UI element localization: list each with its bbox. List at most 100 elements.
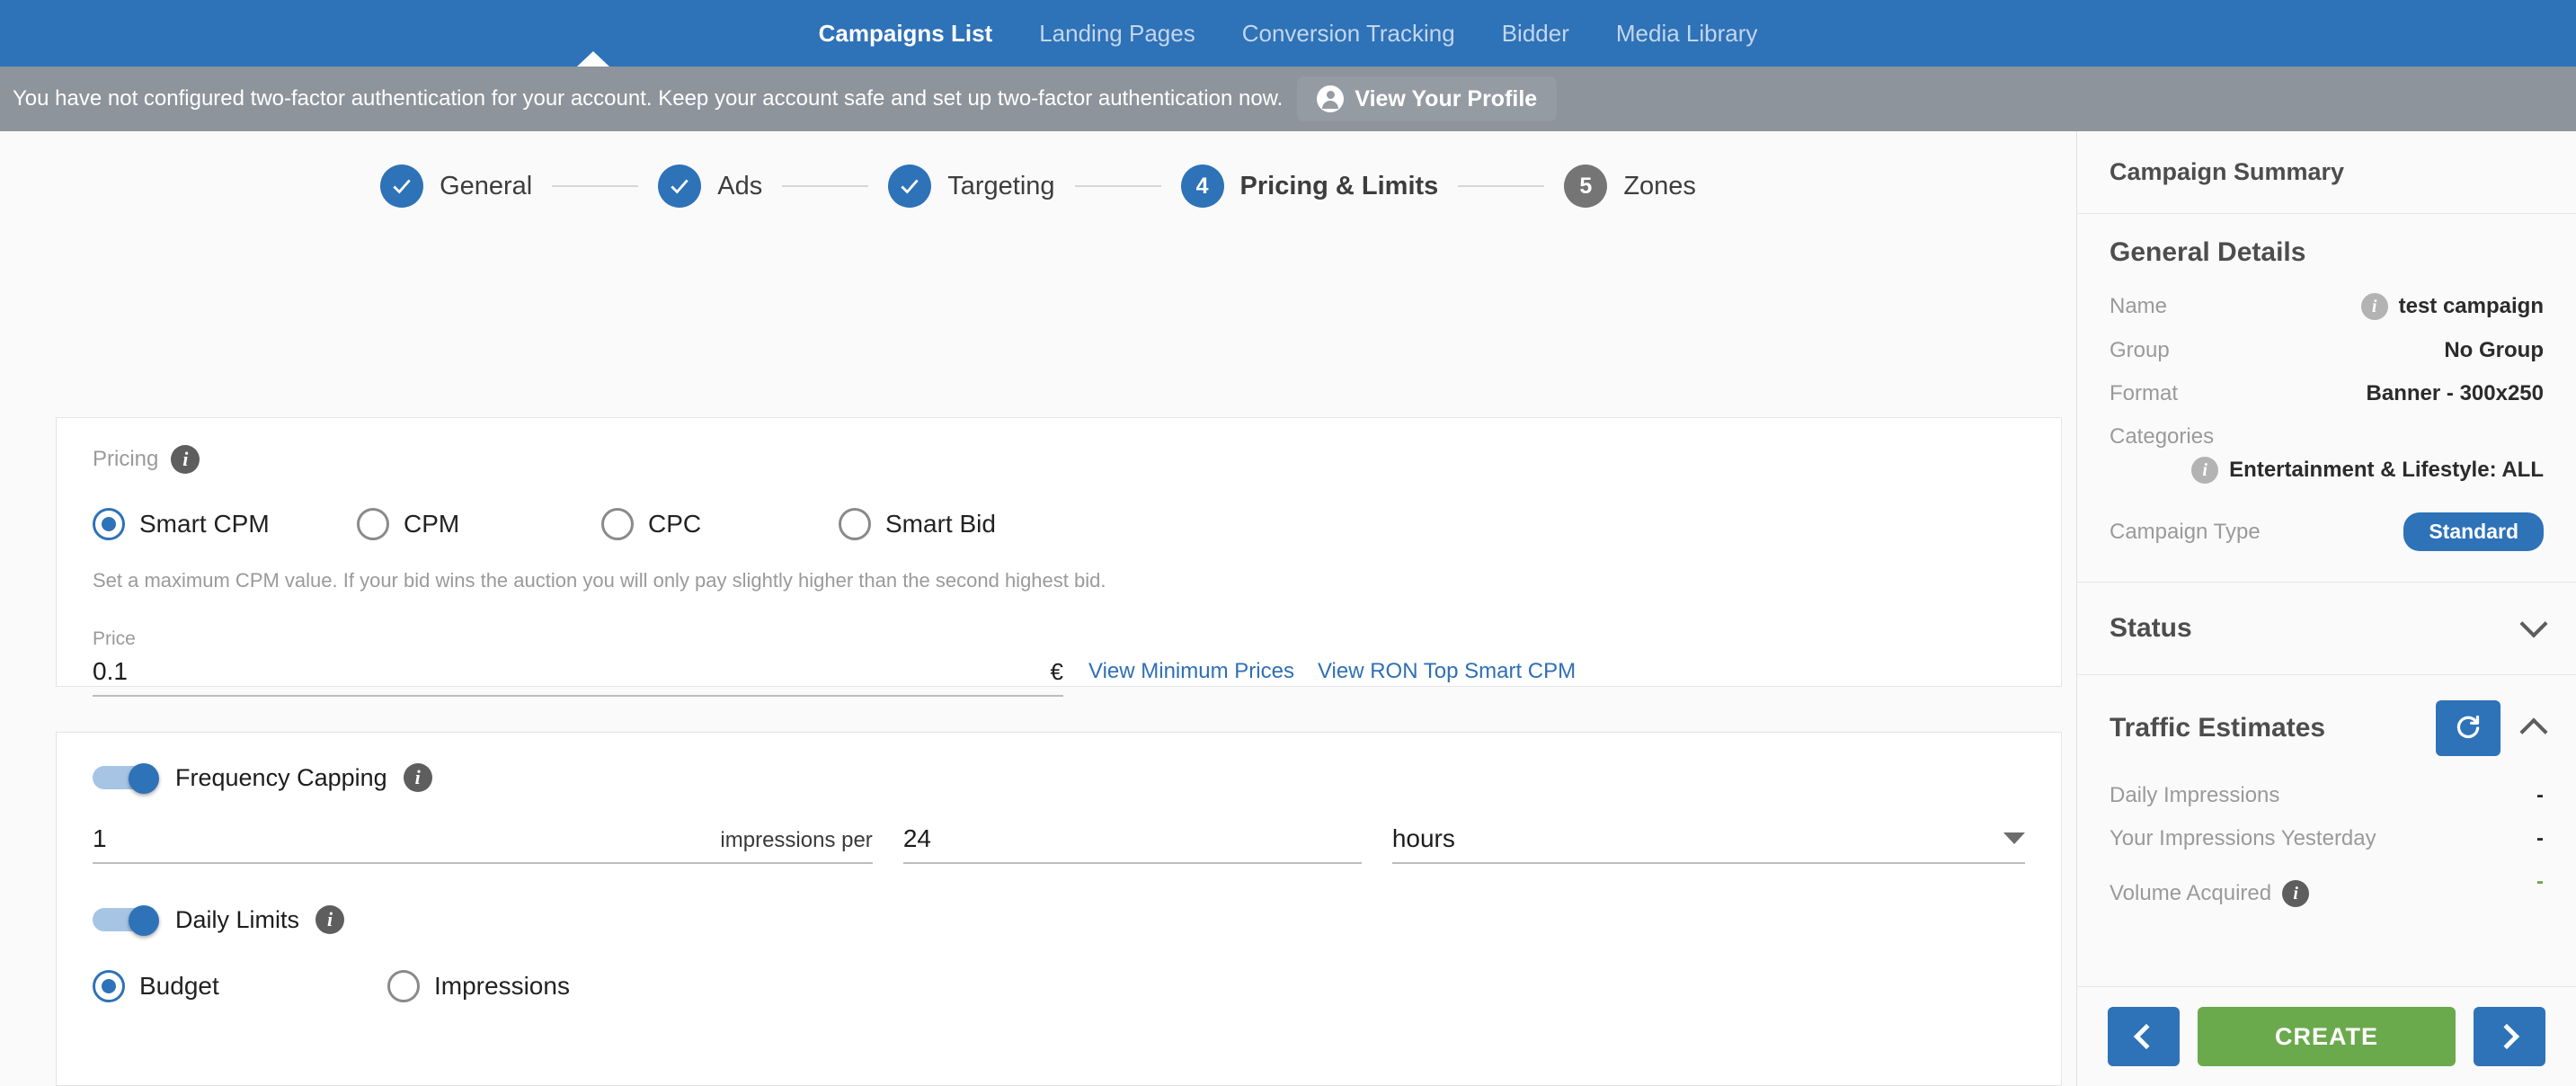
toggle-knob — [129, 905, 159, 936]
traffic-row-impressions-yesterday-value: - — [2536, 826, 2544, 851]
step-connector — [782, 185, 868, 187]
status-section[interactable]: Status — [2077, 583, 2576, 675]
volume-acquired-info-icon[interactable]: i — [2282, 880, 2309, 907]
step-ads-label: Ads — [717, 172, 762, 201]
daily-limit-option-budget[interactable]: Budget — [93, 970, 387, 1002]
person-icon — [1317, 85, 1344, 112]
frequency-period-field[interactable]: 24 — [903, 824, 1362, 864]
impressions-count-field[interactable]: 1 impressions per — [93, 824, 873, 864]
radio-smart-bid[interactable] — [839, 508, 871, 540]
summary-categories-value-row: i Entertainment & Lifestyle: ALL — [2110, 457, 2544, 484]
frequency-capping-label: Frequency Capping — [175, 764, 387, 792]
impressions-count-input[interactable]: 1 — [93, 824, 711, 853]
traffic-row-volume-acquired: Volume Acquired i - — [2110, 869, 2544, 907]
nav-tab-campaigns-list[interactable]: Campaigns List — [795, 0, 1017, 67]
next-step-button[interactable] — [2474, 1007, 2545, 1066]
summary-row-group-value: No Group — [2444, 338, 2544, 363]
previous-step-button[interactable] — [2108, 1007, 2180, 1066]
frequency-unit-select[interactable]: hours — [1392, 824, 2025, 864]
pricing-helper-text: Set a maximum CPM value. If your bid win… — [93, 569, 2025, 592]
pricing-model-radio-group: Smart CPM CPM CPC Smart Bid — [93, 508, 2025, 540]
sidebar-header-section: Campaign Summary — [2077, 131, 2576, 214]
traffic-estimates-section: Traffic Estimates Daily Impressions - Yo… — [2077, 675, 2576, 950]
price-currency-symbol: € — [1042, 658, 1063, 686]
pricing-option-cpm-label: CPM — [404, 510, 459, 539]
summary-row-group: Group No Group — [2110, 338, 2544, 363]
name-info-icon[interactable]: i — [2361, 293, 2388, 320]
campaign-wizard-stepper: General Ads Targeting 4 Pricing & Limits… — [0, 131, 2076, 230]
step-general[interactable]: General — [380, 165, 532, 208]
price-field-label: Price — [93, 628, 1063, 650]
view-minimum-prices-link[interactable]: View Minimum Prices — [1088, 659, 1294, 684]
campaign-summary-title: Campaign Summary — [2077, 131, 2576, 213]
campaign-type-badge[interactable]: Standard — [2403, 512, 2544, 551]
pricing-option-smart-cpm[interactable]: Smart CPM — [93, 508, 357, 540]
refresh-traffic-estimates-button[interactable] — [2436, 700, 2500, 756]
frequency-period-input[interactable]: 24 — [903, 824, 1362, 853]
pricing-option-cpc-label: CPC — [648, 510, 701, 539]
step-pricing-limits-label: Pricing & Limits — [1240, 172, 1439, 201]
daily-limit-option-impressions-label: Impressions — [434, 972, 570, 1001]
pricing-option-smart-cpm-label: Smart CPM — [139, 510, 270, 539]
summary-row-format: Format Banner - 300x250 — [2110, 381, 2544, 406]
summary-row-group-key: Group — [2110, 338, 2170, 363]
nav-tab-conversion-tracking[interactable]: Conversion Tracking — [1219, 0, 1479, 67]
banner-message: You have not configured two-factor authe… — [13, 86, 1283, 111]
daily-limits-toggle[interactable] — [93, 905, 159, 934]
view-ron-top-smart-cpm-link[interactable]: View RON Top Smart CPM — [1318, 659, 1576, 684]
daily-limit-option-impressions[interactable]: Impressions — [387, 970, 570, 1002]
pricing-info-icon[interactable]: i — [171, 445, 200, 474]
price-field[interactable]: Price 0.1 € — [93, 628, 1063, 697]
chevron-up-icon[interactable] — [2519, 717, 2547, 745]
step-ads[interactable]: Ads — [658, 165, 762, 208]
radio-cpm[interactable] — [357, 508, 389, 540]
traffic-row-volume-acquired-key: Volume Acquired — [2110, 881, 2271, 906]
pricing-option-cpc[interactable]: CPC — [601, 508, 839, 540]
pricing-option-cpm[interactable]: CPM — [357, 508, 601, 540]
nav-tab-landing-pages[interactable]: Landing Pages — [1016, 0, 1218, 67]
view-profile-label: View Your Profile — [1355, 86, 1537, 112]
daily-limits-info-icon[interactable]: i — [315, 905, 344, 934]
step-zones[interactable]: 5 Zones — [1564, 165, 1696, 208]
chevron-down-icon[interactable] — [2519, 610, 2547, 637]
categories-info-icon[interactable]: i — [2191, 457, 2218, 484]
radio-impressions[interactable] — [387, 970, 420, 1002]
radio-budget[interactable] — [93, 970, 125, 1002]
step-zones-label: Zones — [1623, 172, 1696, 201]
summary-row-categories: Categories — [2110, 424, 2544, 450]
create-campaign-button[interactable]: CREATE — [2198, 1007, 2456, 1066]
chevron-down-icon[interactable] — [2003, 832, 2025, 844]
check-icon — [668, 174, 691, 198]
frequency-capping-toggle[interactable] — [93, 763, 159, 792]
status-header[interactable]: Status — [2077, 583, 2576, 674]
traffic-estimates-title: Traffic Estimates — [2110, 713, 2325, 743]
summary-categories-value-wrap: i Entertainment & Lifestyle: ALL — [2191, 457, 2544, 484]
view-your-profile-button[interactable]: View Your Profile — [1297, 76, 1557, 121]
traffic-row-daily-impressions-value: - — [2536, 783, 2544, 808]
summary-row-categories-key: Categories — [2110, 424, 2214, 450]
pricing-section-header: Pricing i — [93, 445, 2025, 474]
price-input[interactable]: 0.1 — [93, 657, 1042, 686]
pricing-option-smart-bid[interactable]: Smart Bid — [839, 508, 996, 540]
nav-tab-media-library[interactable]: Media Library — [1593, 0, 1781, 67]
main-content-area: General Ads Targeting 4 Pricing & Limits… — [0, 131, 2076, 1086]
daily-limits-header: Daily Limits i — [93, 905, 2025, 934]
traffic-row-impressions-yesterday-key: Your Impressions Yesterday — [2110, 826, 2376, 851]
step-targeting[interactable]: Targeting — [888, 165, 1054, 208]
top-navigation-bar: Campaigns List Landing Pages Conversion … — [0, 0, 2576, 67]
step-pricing-limits[interactable]: 4 Pricing & Limits — [1181, 165, 1439, 208]
radio-cpc[interactable] — [601, 508, 634, 540]
summary-row-name: Name i test campaign — [2110, 293, 2544, 320]
radio-smart-cpm[interactable] — [93, 508, 125, 540]
frequency-capping-info-icon[interactable]: i — [404, 763, 432, 792]
check-icon — [898, 174, 921, 198]
chevron-left-icon — [2134, 1024, 2159, 1049]
pricing-card: Pricing i Smart CPM CPM CPC Sm — [56, 417, 2062, 687]
refresh-icon — [2453, 713, 2483, 743]
two-factor-warning-banner: You have not configured two-factor authe… — [0, 67, 2576, 131]
impressions-per-label: impressions per — [711, 828, 872, 853]
step-general-marker — [380, 165, 423, 208]
summary-row-format-key: Format — [2110, 381, 2178, 406]
traffic-row-impressions-yesterday: Your Impressions Yesterday - — [2110, 826, 2544, 851]
nav-tab-bidder[interactable]: Bidder — [1479, 0, 1593, 67]
